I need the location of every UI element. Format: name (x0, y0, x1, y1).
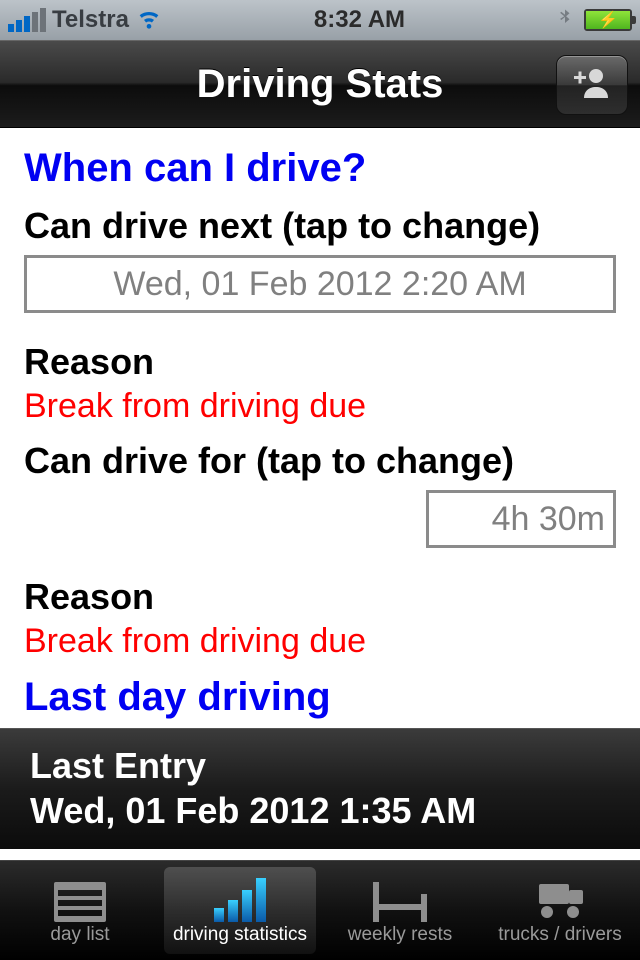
add-user-button[interactable] (556, 55, 628, 115)
reason-label-2: Reason (0, 570, 640, 622)
can-drive-next-label: Can drive next (tap to change) (0, 199, 640, 251)
tab-driving-statistics[interactable]: driving statistics (164, 867, 316, 954)
bluetooth-icon (556, 3, 574, 38)
battery-icon: ⚡ (584, 9, 632, 31)
status-right: ⚡ (556, 3, 632, 38)
status-left: Telstra (8, 3, 163, 38)
status-bar: Telstra 8:32 AM ⚡ (0, 0, 640, 40)
charging-bolt-icon: ⚡ (598, 10, 618, 30)
tab-bar: day list driving statistics weekly rests… (0, 860, 640, 960)
add-person-icon (572, 66, 612, 105)
reason-value-2: Break from driving due (0, 622, 640, 669)
section-last-day-driving: Last day driving (0, 669, 640, 728)
tab-label: driving statistics (173, 924, 307, 946)
tab-label: day list (50, 924, 109, 946)
can-drive-next-field[interactable]: Wed, 01 Feb 2012 2:20 AM (24, 255, 616, 313)
navigation-bar: Driving Stats (0, 40, 640, 128)
reason-value-1: Break from driving due (0, 387, 640, 434)
signal-strength-icon (8, 8, 46, 32)
status-time: 8:32 AM (314, 6, 405, 34)
can-drive-for-field[interactable]: 4h 30m (426, 490, 616, 548)
can-drive-for-label: Can drive for (tap to change) (0, 434, 640, 486)
content-area: When can I drive? Can drive next (tap to… (0, 128, 640, 860)
day-list-icon (51, 876, 109, 922)
reason-label-1: Reason (0, 335, 640, 387)
tab-day-list[interactable]: day list (4, 867, 156, 954)
can-drive-next-value: Wed, 01 Feb 2012 2:20 AM (113, 265, 526, 304)
wifi-icon (135, 3, 163, 38)
last-entry-value: Wed, 01 Feb 2012 1:35 AM (30, 788, 610, 833)
section-when-can-i-drive: When can I drive? (0, 128, 640, 199)
tab-label: trucks / drivers (498, 924, 622, 946)
can-drive-for-value: 4h 30m (492, 500, 605, 539)
last-entry-row[interactable]: Last Entry Wed, 01 Feb 2012 1:35 AM (0, 728, 640, 849)
page-title: Driving Stats (197, 62, 444, 107)
last-entry-label: Last Entry (30, 743, 610, 788)
tab-label: weekly rests (348, 924, 453, 946)
bar-chart-icon (211, 876, 269, 922)
tab-weekly-rests[interactable]: weekly rests (324, 867, 476, 954)
tab-trucks-drivers[interactable]: trucks / drivers (484, 867, 636, 954)
bed-icon (371, 876, 429, 922)
carrier-label: Telstra (52, 6, 129, 34)
truck-icon (531, 876, 589, 922)
